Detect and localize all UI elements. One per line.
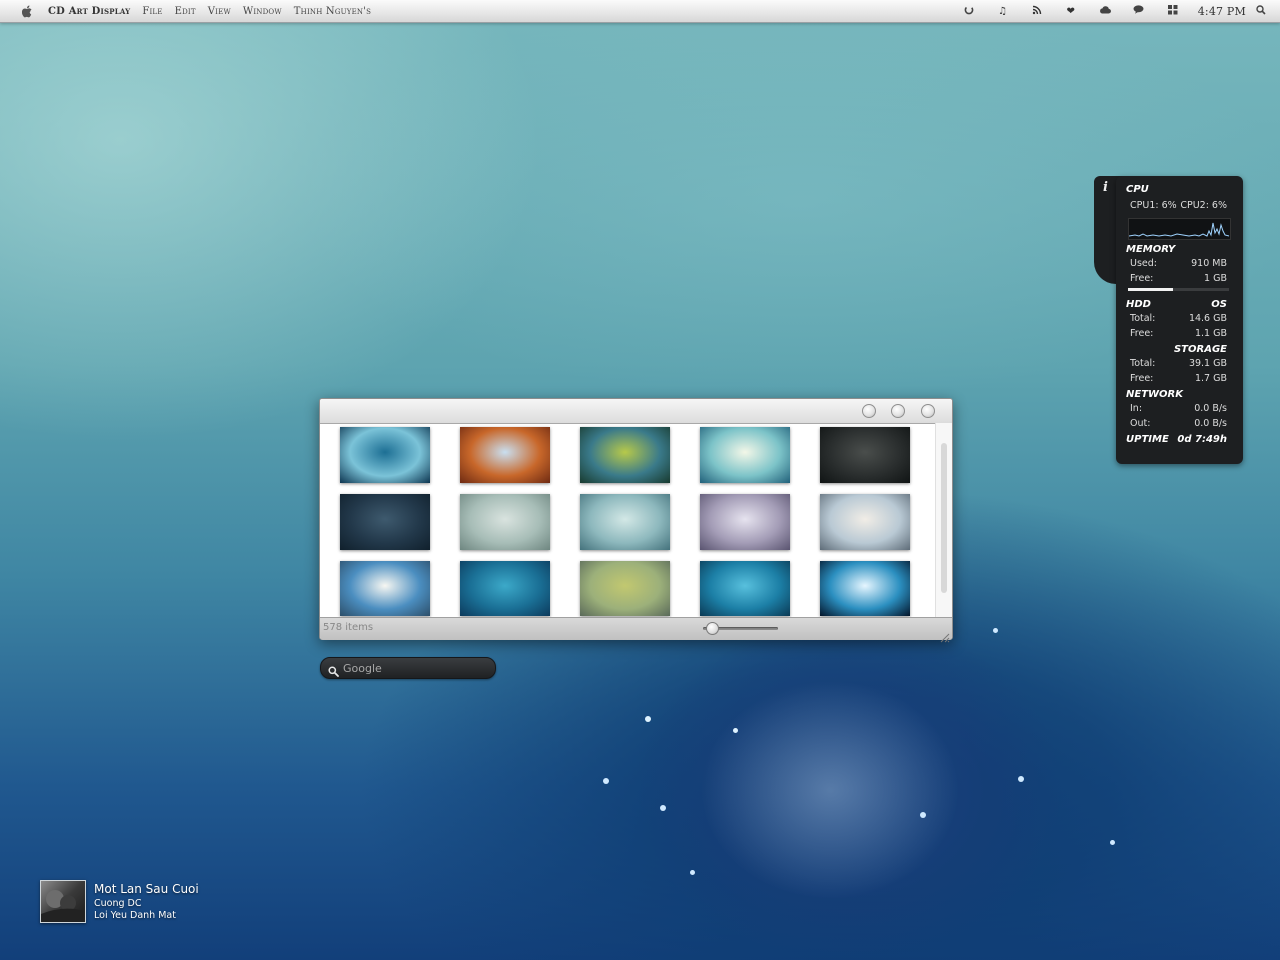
menu-window[interactable]: Window xyxy=(243,6,282,17)
thumbnail-blue-streaks[interactable] xyxy=(340,427,430,483)
network-in-row: In: 0.0 B/s xyxy=(1130,403,1227,414)
window-button-3[interactable] xyxy=(921,404,935,418)
album-art[interactable] xyxy=(40,880,86,923)
network-in-value: 0.0 B/s xyxy=(1194,403,1227,414)
storage-total-row: Total: 39.1 GB xyxy=(1130,358,1227,369)
memory-used-value: 910 MB xyxy=(1191,258,1227,269)
thumbnail-lavender-vignette[interactable] xyxy=(700,494,790,550)
spinner-icon[interactable] xyxy=(962,5,976,18)
window-scrollbar[interactable] xyxy=(935,423,952,617)
item-count: 578 items xyxy=(323,622,374,633)
storage-total-value: 39.1 GB xyxy=(1188,358,1227,369)
image-browser-window: 578 items xyxy=(319,398,953,643)
cpu2-value: CPU2: 6% xyxy=(1180,200,1227,211)
os-total-row: Total: 14.6 GB xyxy=(1130,313,1227,324)
memory-free-label: Free: xyxy=(1130,273,1154,284)
os-free-row: Free: 1.1 GB xyxy=(1130,328,1227,339)
memory-usage-bar xyxy=(1128,288,1229,291)
rss-icon[interactable] xyxy=(1030,5,1044,18)
menu-view[interactable]: View xyxy=(208,6,231,17)
cloud-icon[interactable] xyxy=(1098,5,1112,17)
network-out-value: 0.0 B/s xyxy=(1194,418,1227,429)
memory-used-row: Used: 910 MB xyxy=(1130,258,1227,269)
os-header: OS xyxy=(1211,299,1227,310)
zoom-slider[interactable] xyxy=(703,622,778,635)
menu-bar: CD Art Display File Edit View Window Thi… xyxy=(0,0,1280,23)
cpu-header: CPU xyxy=(1126,184,1149,195)
resize-grip-icon[interactable] xyxy=(940,628,950,643)
thumbnail-cherry-blossoms[interactable] xyxy=(820,494,910,550)
thumbnail-yellow-leaves[interactable] xyxy=(580,561,670,616)
memory-used-label: Used: xyxy=(1130,258,1157,269)
network-out-row: Out: 0.0 B/s xyxy=(1130,418,1227,429)
thumbnail-green-bokeh-frog[interactable] xyxy=(580,427,670,483)
network-in-label: In: xyxy=(1130,403,1143,414)
google-search-input[interactable] xyxy=(341,659,493,677)
thumbnail-autumn-leaves[interactable] xyxy=(460,427,550,483)
thumbnail-blue-bird-flower[interactable] xyxy=(700,561,790,616)
menu-edit[interactable]: Edit xyxy=(175,6,196,17)
menu-app-name[interactable]: CD Art Display xyxy=(48,6,130,17)
window-titlebar[interactable] xyxy=(320,399,952,424)
thumbnail-blue-waves[interactable] xyxy=(460,561,550,616)
cpu1-value: CPU1: 6% xyxy=(1130,200,1177,211)
storage-total-label: Total: xyxy=(1130,358,1156,369)
memory-free-row: Free: 1 GB xyxy=(1130,273,1227,284)
storage-header: STORAGE xyxy=(1173,344,1227,355)
scrollbar-knob[interactable] xyxy=(941,443,947,593)
memory-free-value: 1 GB xyxy=(1204,273,1227,284)
spotlight-search-icon[interactable] xyxy=(1254,4,1268,18)
memory-header: MEMORY xyxy=(1126,244,1176,255)
system-stats-widget: CPU CPU1: 6% CPU2: 6% MEMORY Used: 910 M… xyxy=(1116,176,1243,464)
thumbnail-blue-light-burst[interactable] xyxy=(820,561,910,616)
menu-status-area: ♫ ❤ 4:47 PM xyxy=(952,0,1280,22)
music-note-icon[interactable]: ♫ xyxy=(996,6,1010,17)
zoom-slider-knob[interactable] xyxy=(706,622,720,635)
os-total-label: Total: xyxy=(1130,313,1156,324)
now-playing-artist: Cuong DC xyxy=(94,898,142,909)
menu-clock[interactable]: 4:47 PM xyxy=(1198,5,1246,18)
os-free-label: Free: xyxy=(1130,328,1154,339)
thumbnail-dark-rings[interactable] xyxy=(820,427,910,483)
memory-usage-fill xyxy=(1128,288,1174,291)
cpu-graph xyxy=(1128,218,1231,240)
now-playing-title: Mot Lan Sau Cuoi xyxy=(94,882,199,896)
os-total-value: 14.6 GB xyxy=(1188,313,1227,324)
menu-user[interactable]: Thinh Nguyen's xyxy=(294,6,371,17)
window-statusbar: 578 items xyxy=(320,617,952,643)
uptime-value: 0d 7:49h xyxy=(1177,434,1227,445)
heart-icon[interactable]: ❤ xyxy=(1064,6,1078,17)
storage-free-label: Free: xyxy=(1130,373,1154,384)
os-free-value: 1.1 GB xyxy=(1194,328,1227,339)
uptime-header: UPTIME xyxy=(1126,434,1169,445)
thumbnail-grey-teal-vignette[interactable] xyxy=(460,494,550,550)
window-button-2[interactable] xyxy=(891,404,905,418)
thumbnail-blue-door[interactable] xyxy=(340,494,430,550)
info-icon[interactable]: i xyxy=(1103,180,1108,195)
apple-icon[interactable] xyxy=(20,4,34,18)
window-button-1[interactable] xyxy=(862,404,876,418)
cpu-row: CPU1: 6% CPU2: 6% xyxy=(1130,200,1227,211)
google-search-box xyxy=(320,657,496,679)
now-playing-album: Loi Yeu Danh Mat xyxy=(94,910,176,921)
thumbnail-white-flowers-sky[interactable] xyxy=(340,561,430,616)
storage-free-row: Free: 1.7 GB xyxy=(1130,373,1227,384)
network-header: NETWORK xyxy=(1126,389,1184,400)
storage-free-value: 1.7 GB xyxy=(1194,373,1227,384)
network-out-label: Out: xyxy=(1130,418,1151,429)
chat-bubble-icon[interactable] xyxy=(1132,5,1146,17)
menu-file[interactable]: File xyxy=(142,6,162,17)
hdd-header: HDD xyxy=(1126,299,1151,310)
search-icon xyxy=(328,662,339,677)
grid-icon[interactable] xyxy=(1166,4,1180,18)
thumbnail-soft-teal-vignette[interactable] xyxy=(580,494,670,550)
thumbnail-pale-teal-glow[interactable] xyxy=(700,427,790,483)
